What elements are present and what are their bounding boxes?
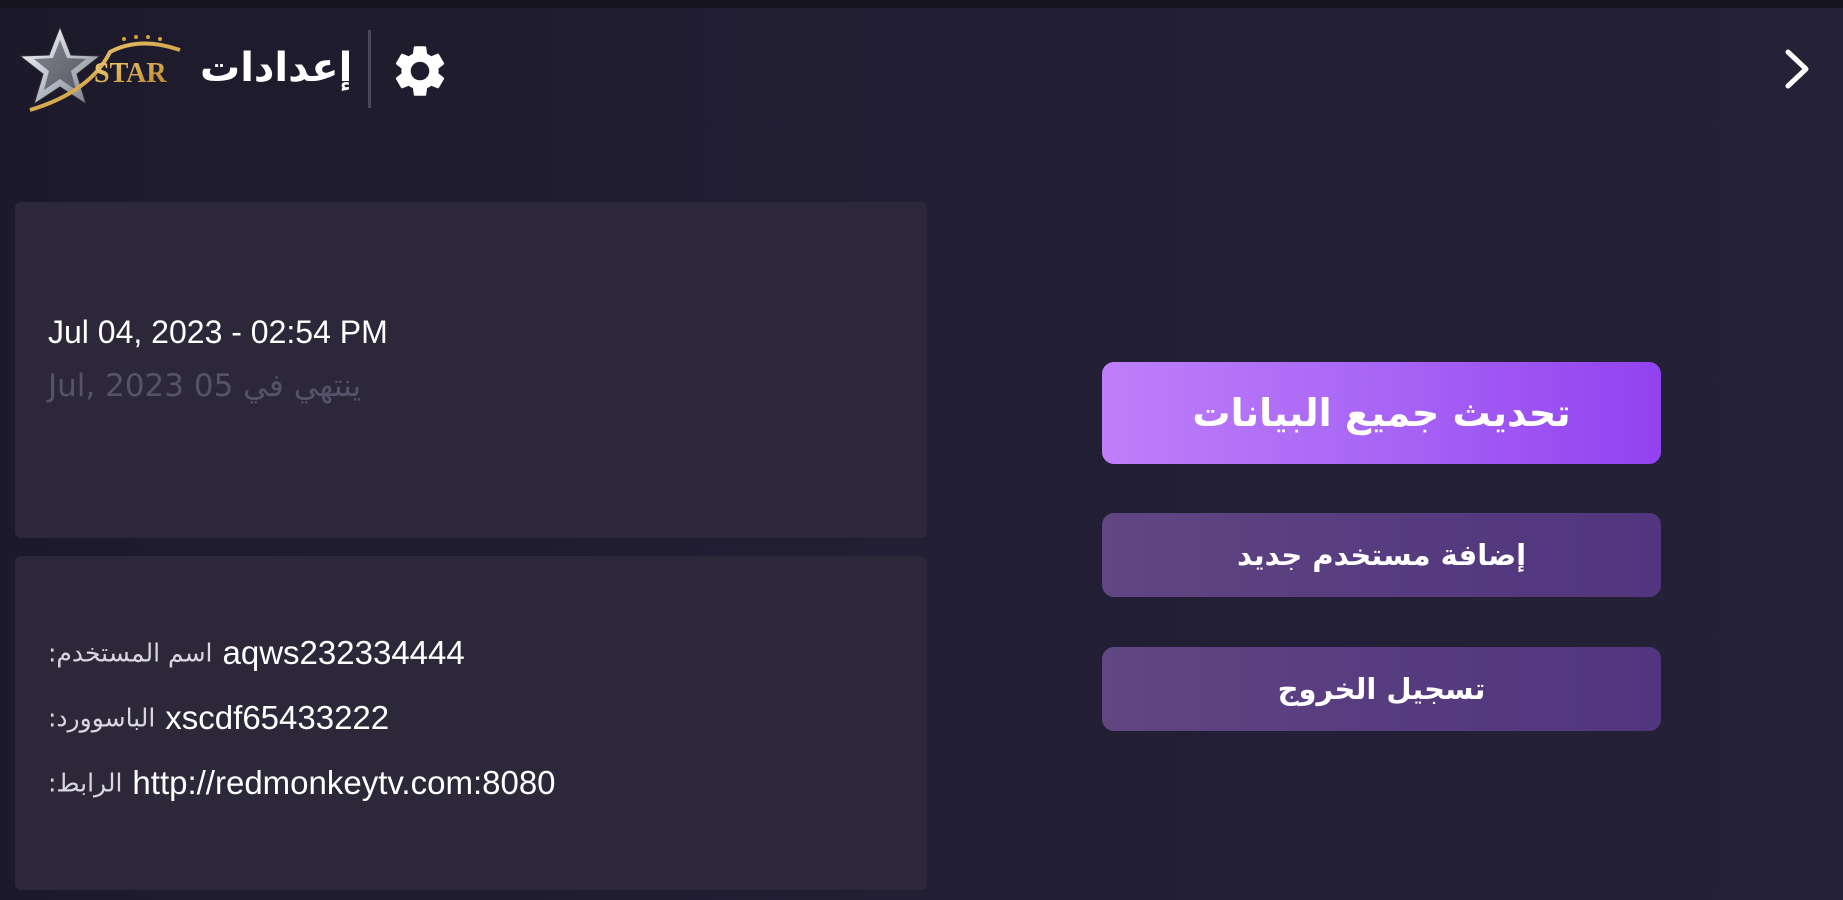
- password-label: الباسوورد:: [48, 703, 156, 733]
- gear-icon[interactable]: [389, 40, 451, 102]
- star-logo: STAR: [20, 25, 181, 112]
- page-title: إعدادات: [200, 45, 353, 91]
- logout-button[interactable]: تسجيل الخروج: [1102, 647, 1661, 731]
- logo-text: STAR: [94, 58, 167, 89]
- header-divider: [368, 30, 371, 108]
- expiry-date: ينتهي في 05 Jul, 2023: [48, 368, 362, 404]
- subscription-panel: Jul 04, 2023 - 02:54 PM ينتهي في 05 Jul,…: [15, 202, 927, 538]
- password-value: xscdf65433222: [165, 699, 390, 736]
- username-value: aqws232334444: [222, 634, 465, 671]
- add-new-user-button[interactable]: إضافة مستخدم جديد: [1102, 513, 1661, 597]
- subscription-date: Jul 04, 2023 - 02:54 PM: [48, 314, 388, 350]
- url-label: الرابط:: [48, 768, 123, 798]
- url-value: http://redmonkeytv.com:8080: [132, 764, 556, 801]
- username-row: اسم المستخدم: aqws232334444: [48, 634, 465, 672]
- username-label: اسم المستخدم:: [48, 638, 213, 668]
- password-row: الباسوورد: xscdf65433222: [48, 699, 389, 737]
- refresh-all-data-button[interactable]: تحديث جميع البيانات: [1102, 362, 1661, 464]
- url-row: الرابط: http://redmonkeytv.com:8080: [48, 764, 556, 802]
- chevron-right-icon[interactable]: [1776, 46, 1818, 92]
- account-panel: اسم المستخدم: aqws232334444 الباسوورد: xsc…: [15, 556, 927, 890]
- top-strip: [0, 0, 1843, 8]
